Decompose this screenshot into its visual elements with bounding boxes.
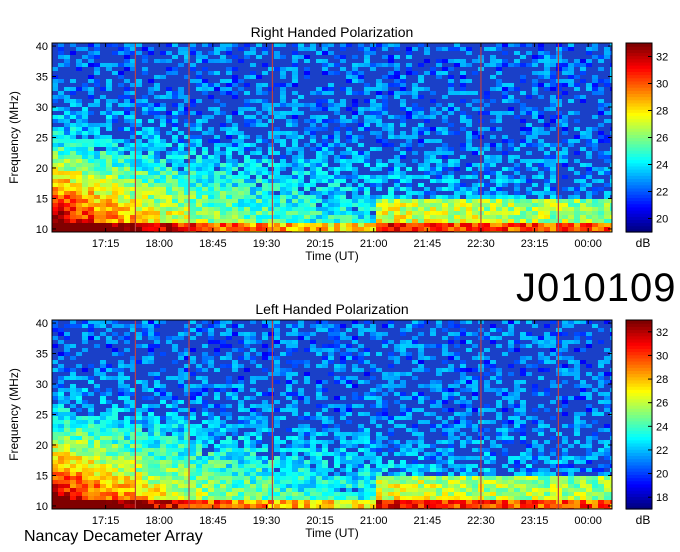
colorbar: 20 22 24 26 28 30 32 dB (625, 42, 668, 250)
y-tick-label: 15 (36, 470, 48, 482)
y-tick-label: 40 (36, 41, 48, 53)
panel-title: Left Handed Polarization (255, 301, 408, 317)
y-axis-label: Frequency (MHz) (7, 91, 21, 184)
x-tick-label: 17:15 (92, 515, 120, 527)
colorbar-tick-label: 28 (656, 106, 668, 118)
x-tick-label: 21:45 (414, 238, 442, 250)
colorbar-tick-label: 32 (656, 327, 668, 339)
colorbar-tick-label: 28 (656, 374, 668, 386)
x-tick-label: 17:15 (92, 238, 120, 250)
colorbar-tick-label: 22 (656, 445, 668, 457)
x-tick-label: 22:30 (467, 238, 495, 250)
colorbar-tick-label: 22 (656, 187, 668, 199)
colorbar-unit-label: dB (636, 513, 651, 527)
y-tick-label: 35 (36, 72, 48, 84)
y-tick-label: 30 (36, 379, 48, 391)
colorbar-tick-label: 32 (656, 52, 668, 64)
y-tick-label: 10 (36, 224, 48, 236)
x-tick-label: 00:00 (574, 238, 602, 250)
x-tick-label: 19:30 (253, 238, 281, 250)
spectrogram (52, 43, 612, 232)
y-tick-label: 20 (36, 440, 48, 452)
x-tick-label: 21:00 (360, 515, 388, 527)
observation-id: J010109 (516, 266, 677, 310)
x-axis-label: Time (UT) (305, 526, 359, 540)
colorbar-tick-label: 24 (656, 421, 668, 433)
y-tick-label: 10 (36, 501, 48, 513)
x-tick-label: 18:45 (199, 515, 227, 527)
colorbar-tick-label: 24 (656, 160, 668, 172)
x-tick-label: 18:00 (145, 238, 173, 250)
colorbar-tick-label: 30 (656, 79, 668, 91)
colorbar-tick-label: 26 (656, 133, 668, 145)
y-tick-label: 25 (36, 133, 48, 145)
x-axis-label: Time (UT) (305, 249, 359, 263)
colorbar-tick-label: 26 (656, 398, 668, 410)
y-tick-label: 40 (36, 318, 48, 330)
colorbar-tick-label: 30 (656, 350, 668, 362)
panel-left-polarization: Left Handed Polarization 10 15 20 25 30 35 40 Fr… (7, 301, 668, 540)
y-tick-label: 35 (36, 349, 48, 361)
colorbar-tick-label: 20 (656, 469, 668, 481)
x-tick-label: 23:15 (521, 238, 549, 250)
y-axis-label: Frequency (MHz) (7, 368, 21, 461)
panel-right-polarization: Right Handed Polarization 10 15 20 25 30 35 40 F… (7, 24, 668, 263)
colorbar-unit-label: dB (636, 236, 651, 250)
x-tick-label: 22:30 (467, 515, 495, 527)
x-tick-label: 00:00 (574, 515, 602, 527)
x-tick-label: 18:45 (199, 238, 227, 250)
x-tick-label: 19:30 (253, 515, 281, 527)
x-tick-label: 23:15 (521, 515, 549, 527)
y-tick-label: 30 (36, 102, 48, 114)
y-tick-label: 15 (36, 193, 48, 205)
colorbar-tick-label: 18 (656, 492, 668, 504)
colorbar: 18 20 22 24 26 28 30 32 dB (625, 319, 668, 527)
instrument-label: Nancay Decameter Array (24, 528, 203, 545)
x-tick-label: 18:00 (145, 515, 173, 527)
x-tick-label: 21:00 (360, 238, 388, 250)
y-tick-label: 20 (36, 163, 48, 175)
colorbar-tick-label: 20 (656, 214, 668, 226)
x-tick-label: 21:45 (414, 515, 442, 527)
spectrogram (52, 320, 612, 509)
y-tick-label: 25 (36, 410, 48, 422)
panel-title: Right Handed Polarization (251, 24, 414, 40)
